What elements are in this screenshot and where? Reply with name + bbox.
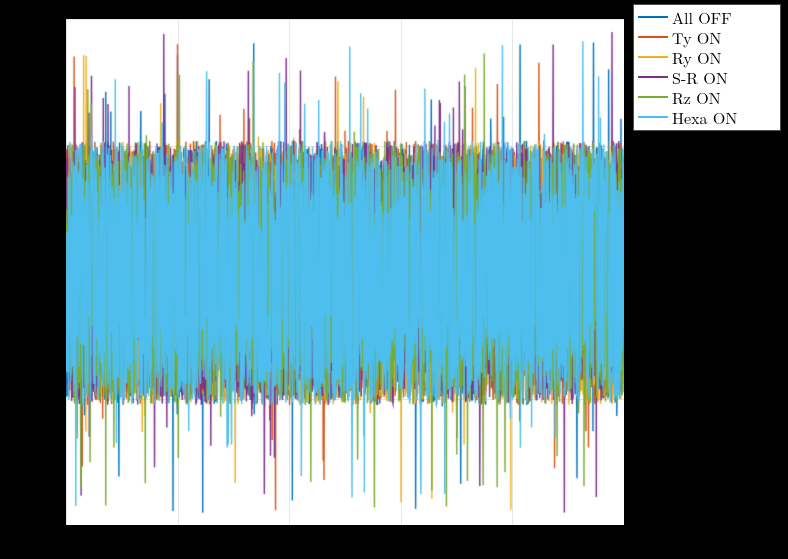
legend-label: Hexa ON (672, 106, 737, 129)
gridline-h (66, 525, 624, 526)
legend-item: Hexa ON (638, 107, 776, 127)
legend: All OFFTy ONRy ONS-R ONRz ONHexa ON (633, 4, 781, 131)
legend-item: Ty ON (638, 27, 776, 47)
plot-area (65, 18, 625, 526)
signal-canvas (66, 19, 625, 526)
legend-item: S-R ON (638, 67, 776, 87)
legend-item: All OFF (638, 7, 776, 27)
gridline-v (624, 19, 625, 525)
legend-item: Ry ON (638, 47, 776, 67)
legend-item: Rz ON (638, 87, 776, 107)
chart-container: All OFFTy ONRy ONS-R ONRz ONHexa ON (0, 0, 788, 559)
